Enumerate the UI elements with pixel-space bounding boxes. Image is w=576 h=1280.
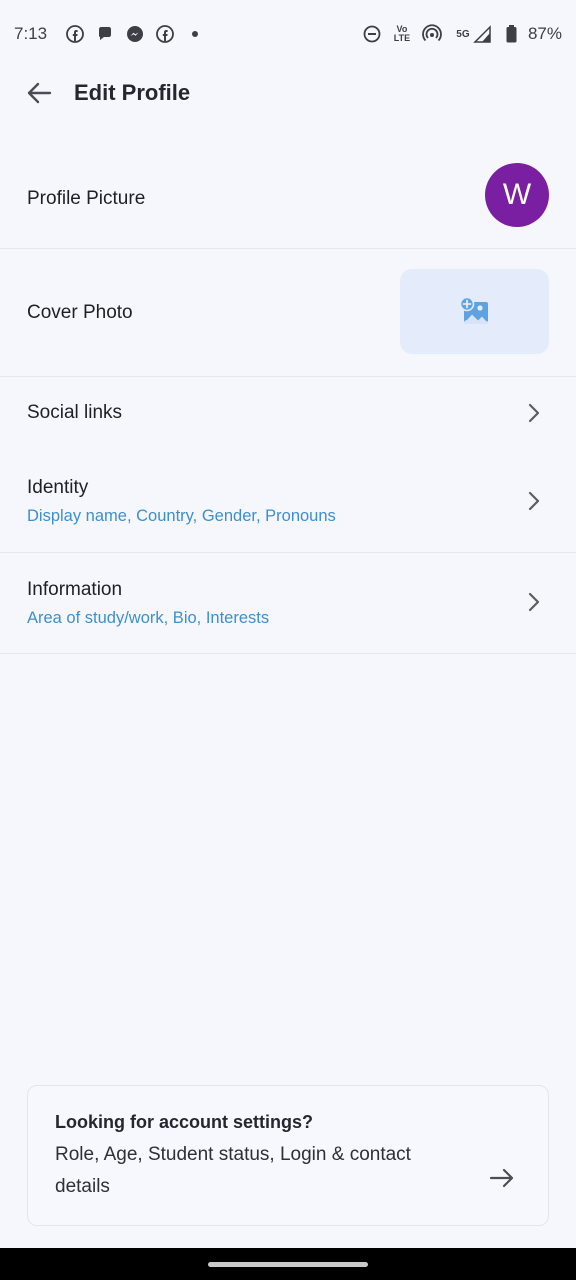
- information-subtitle: Area of study/work, Bio, Interests: [27, 608, 270, 627]
- add-photo-icon: [459, 296, 488, 324]
- profile-picture-row[interactable]: Profile Picture W: [0, 150, 576, 248]
- information-label: Information: [27, 578, 123, 600]
- facebook-icon: [155, 24, 175, 44]
- account-settings-description: Role, Age, Student status, Login & conta…: [55, 1144, 411, 1197]
- hotspot-icon: [422, 24, 442, 44]
- status-time: 7:13: [14, 24, 48, 43]
- account-settings-title: Looking for account settings?: [55, 1112, 314, 1132]
- chevron-right-icon: [524, 491, 544, 511]
- chat-bubble-icon: [95, 24, 115, 44]
- account-settings-card[interactable]: Looking for account settings? Role, Age,…: [27, 1085, 549, 1226]
- cover-photo-button[interactable]: [400, 269, 549, 354]
- battery-percent: 87%: [527, 24, 562, 43]
- dot-icon: [185, 24, 205, 44]
- signal-5g-icon: 5G: [452, 24, 496, 44]
- identity-row[interactable]: Identity Display name, Country, Gender, …: [0, 450, 576, 552]
- status-bar: 7:13 Vo LTE 5G 87%: [0, 0, 576, 68]
- avatar-letter: W: [502, 178, 532, 211]
- volte-icon: Vo LTE: [393, 24, 411, 43]
- divider: [0, 653, 576, 654]
- profile-picture-label: Profile Picture: [27, 188, 146, 209]
- identity-label: Identity: [27, 476, 89, 498]
- page-title: Edit Profile: [74, 80, 191, 105]
- arrow-right-icon: [488, 1164, 516, 1192]
- social-links-row[interactable]: Social links: [0, 377, 576, 449]
- avatar[interactable]: W: [485, 163, 549, 227]
- facebook-icon: [65, 24, 85, 44]
- messenger-icon: [125, 24, 145, 44]
- back-arrow-icon: [27, 82, 52, 104]
- cover-photo-row[interactable]: Cover Photo: [0, 249, 576, 376]
- information-row[interactable]: Information Area of study/work, Bio, Int…: [0, 553, 576, 653]
- back-button[interactable]: [14, 68, 64, 118]
- identity-subtitle: Display name, Country, Gender, Pronouns: [27, 506, 336, 525]
- do-not-disturb-icon: [362, 24, 382, 44]
- social-links-label: Social links: [27, 402, 123, 423]
- chevron-right-icon: [524, 403, 544, 423]
- home-gesture-handle[interactable]: [208, 1262, 368, 1267]
- battery-icon: [506, 24, 518, 44]
- system-nav-bar: [0, 1248, 576, 1280]
- cover-photo-label: Cover Photo: [27, 301, 133, 323]
- app-bar: Edit Profile: [0, 68, 576, 118]
- chevron-right-icon: [524, 592, 544, 612]
